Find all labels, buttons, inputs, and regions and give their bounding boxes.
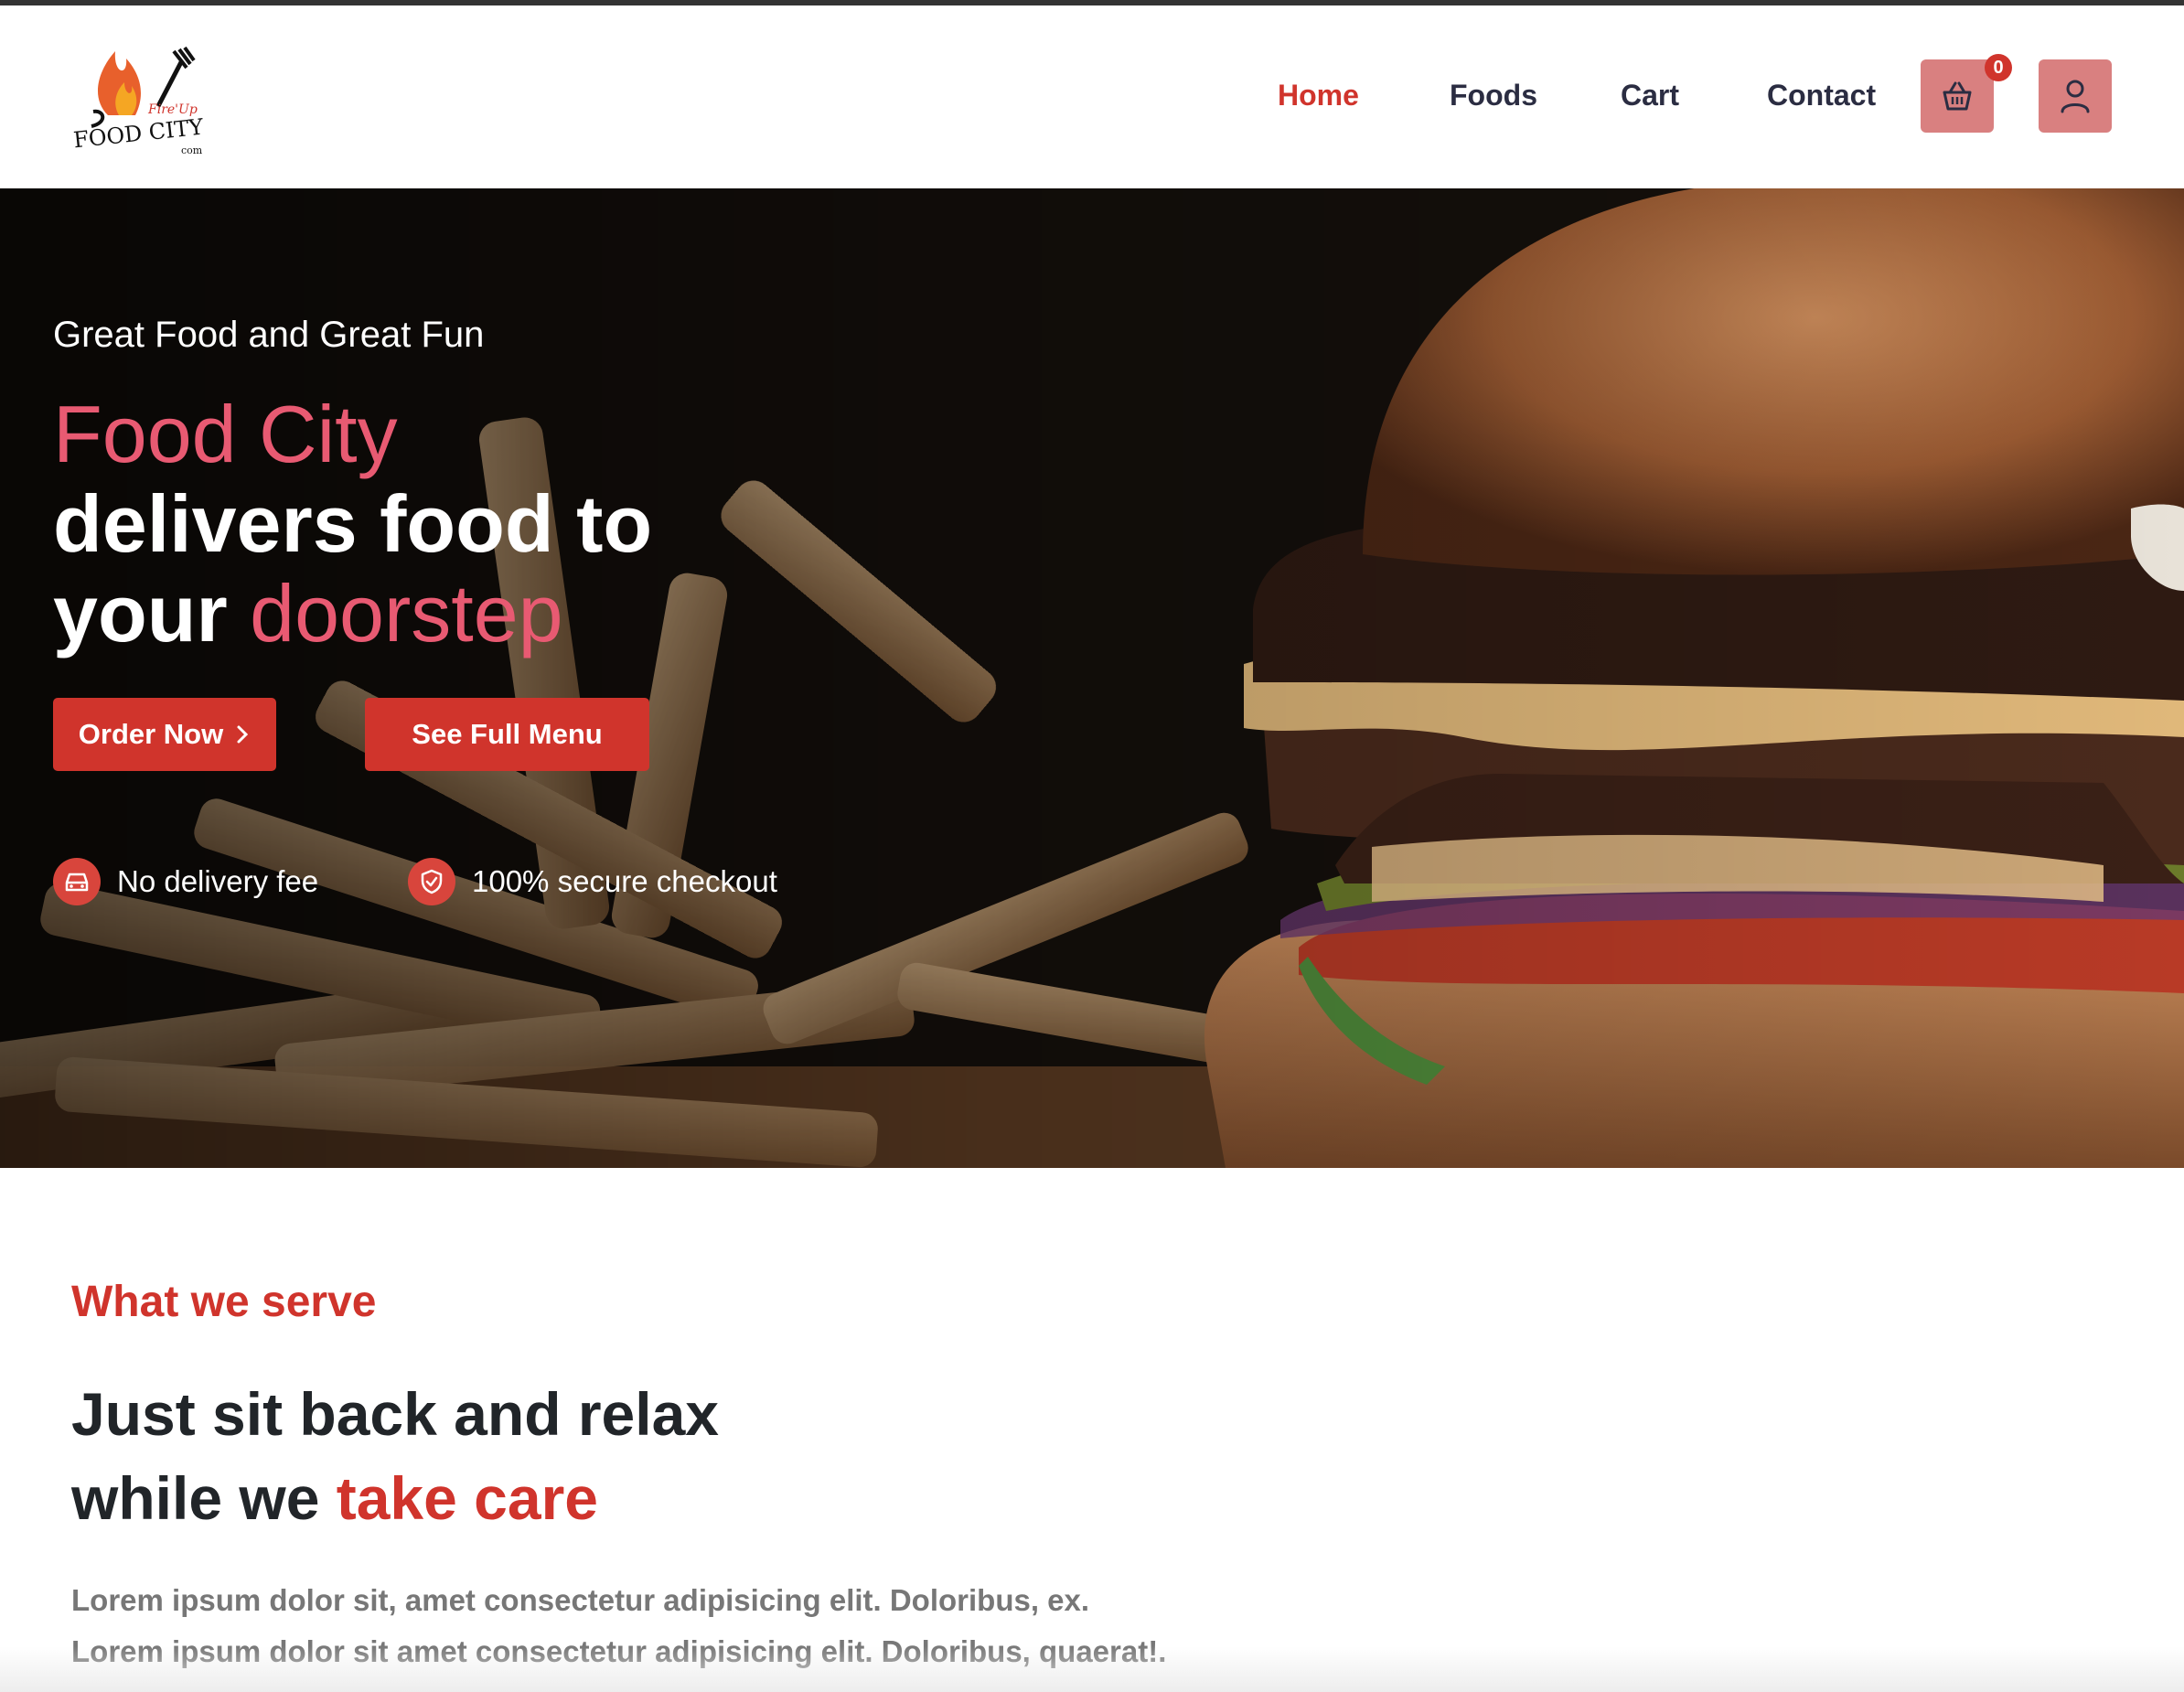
nav-home[interactable]: Home <box>1278 79 1359 112</box>
description-line-1: Lorem ipsum dolor sit, amet consectetur … <box>71 1583 1090 1617</box>
hero-headline: Food City delivers food to your doorstep <box>53 390 652 659</box>
feature-secure-checkout: 100% secure checkout <box>408 858 777 905</box>
see-full-menu-label: See Full Menu <box>412 718 603 750</box>
section-title-line-2a: while we <box>71 1464 337 1532</box>
nav-contact[interactable]: Contact <box>1767 79 1876 112</box>
logo-sub-text: com <box>181 145 203 156</box>
car-icon <box>53 858 101 905</box>
feature-label: 100% secure checkout <box>472 864 777 898</box>
cart-button[interactable]: 0 <box>1921 54 2012 133</box>
nav-cart[interactable]: Cart <box>1621 79 1679 112</box>
headline-line-3b: doorstep <box>250 568 563 659</box>
shield-check-icon <box>408 858 455 905</box>
cart-count-badge: 0 <box>1985 54 2012 81</box>
basket-icon <box>1943 81 1972 111</box>
headline-brand: Food City <box>53 389 398 479</box>
section-title-line-1: Just sit back and relax <box>71 1380 719 1448</box>
order-now-button[interactable]: Order Now <box>53 698 276 771</box>
section-title-line-2b: take care <box>336 1464 598 1532</box>
feature-label: No delivery fee <box>117 864 319 898</box>
see-full-menu-button[interactable]: See Full Menu <box>365 698 649 771</box>
order-now-label: Order Now <box>78 718 224 750</box>
hero-banner: Great Food and Great Fun Food City deliv… <box>0 188 2184 1168</box>
user-button[interactable] <box>2039 59 2112 133</box>
feature-no-delivery-fee: No delivery fee <box>53 858 318 905</box>
site-header: Fire'Up FOOD CITY com Home Foods Cart Co… <box>0 5 2184 188</box>
bottom-fade <box>0 1646 2184 1692</box>
chevron-right-icon <box>237 725 249 744</box>
headline-line-3a: your <box>53 568 251 659</box>
nav-foods[interactable]: Foods <box>1450 79 1537 112</box>
section-label: What we serve <box>71 1278 377 1326</box>
user-icon <box>2061 80 2090 113</box>
section-title: Just sit back and relax while we take ca… <box>71 1372 719 1540</box>
hero-kicker: Great Food and Great Fun <box>53 315 485 355</box>
brand-logo[interactable]: Fire'Up FOOD CITY com <box>71 42 218 170</box>
headline-line-2: delivers food to <box>53 478 653 569</box>
